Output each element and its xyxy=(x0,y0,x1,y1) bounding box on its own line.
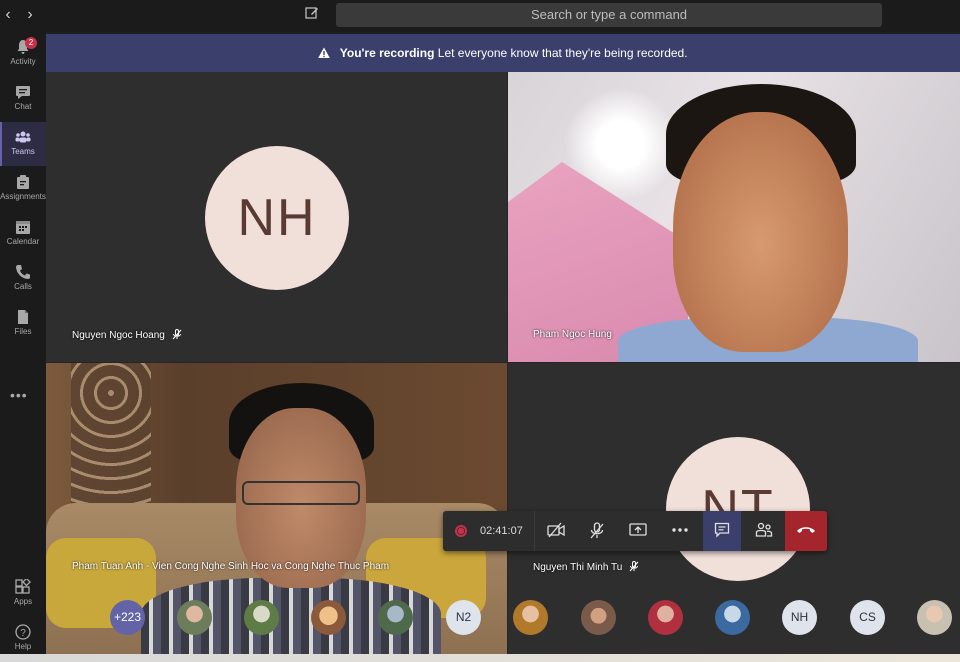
more-icon xyxy=(672,528,688,532)
camera-toggle-button[interactable] xyxy=(537,511,575,551)
avatar: NH xyxy=(205,146,349,290)
participant-avatar[interactable] xyxy=(177,600,212,635)
participant-avatar[interactable] xyxy=(648,600,683,635)
rail-label: Apps xyxy=(13,597,33,606)
participant-avatar[interactable]: CS xyxy=(850,600,885,635)
participants-icon xyxy=(755,522,773,537)
more-participants-button[interactable]: +223 xyxy=(110,600,145,635)
title-bar: ‹ › Search or type a command xyxy=(0,0,960,32)
svg-text:?: ? xyxy=(20,628,26,639)
participant-name-label: Nguyen Ngoc Hoang xyxy=(72,330,165,341)
more-apps-button[interactable]: ••• xyxy=(10,387,28,403)
participant-name: Pham Ngoc Hung xyxy=(533,329,612,340)
window-bottom-edge xyxy=(0,654,960,662)
file-icon xyxy=(18,310,28,324)
banner-message: Let everyone know that they're being rec… xyxy=(437,46,688,60)
participant-name: Nguyen Ngoc Hoang xyxy=(72,329,182,341)
back-button[interactable]: ‹ xyxy=(0,6,16,24)
video-person-glasses xyxy=(242,481,360,505)
new-chat-icon[interactable] xyxy=(305,6,323,24)
participant-avatar[interactable]: N2 xyxy=(446,600,481,635)
assignments-icon xyxy=(17,175,29,189)
warning-icon xyxy=(318,47,331,58)
forward-button[interactable]: › xyxy=(22,6,38,24)
hang-up-icon xyxy=(797,527,815,533)
mic-off-icon xyxy=(629,561,639,572)
participant-tile[interactable]: Pham Ngoc Hung xyxy=(508,72,960,362)
notification-badge: 2 xyxy=(25,37,37,49)
rail-item-calendar[interactable]: Calendar xyxy=(0,212,46,256)
teams-icon xyxy=(15,131,31,143)
mic-toggle-button[interactable] xyxy=(578,511,616,551)
call-controls: 02:41:07 xyxy=(443,511,827,551)
phone-icon xyxy=(16,265,30,279)
share-screen-icon xyxy=(629,523,647,536)
chat-icon xyxy=(16,86,30,99)
recording-status: 02:41:07 xyxy=(443,511,535,551)
rail-label: Help xyxy=(14,642,32,651)
chat-icon xyxy=(714,522,730,538)
rail-item-chat[interactable]: Chat xyxy=(0,77,46,121)
participant-avatar[interactable] xyxy=(917,600,952,635)
rail-label: Chat xyxy=(14,102,32,111)
participant-tile[interactable]: NH Nguyen Ngoc Hoang xyxy=(46,72,507,362)
participant-avatar[interactable] xyxy=(244,600,279,635)
show-conversation-button[interactable] xyxy=(703,511,741,551)
rail-item-files[interactable]: Files xyxy=(0,302,46,346)
participant-name: Nguyen Thi Minh Tu xyxy=(533,561,639,573)
apps-icon xyxy=(15,579,31,594)
rail-label: Activity xyxy=(10,57,36,66)
rail-label: Assignments xyxy=(0,192,46,201)
avatar: NT xyxy=(666,437,810,581)
participant-avatar[interactable] xyxy=(311,600,346,635)
rail-item-activity[interactable]: 2 Activity xyxy=(0,32,46,76)
recording-icon xyxy=(455,525,467,537)
search-input[interactable]: Search or type a command xyxy=(336,3,882,27)
participant-avatar[interactable] xyxy=(581,600,616,635)
rail-item-assignments[interactable]: Assignments xyxy=(0,167,46,211)
rail-label: Files xyxy=(14,327,32,336)
participant-name: Pham Tuan Anh - Vien Cong Nghe Sinh Hoc … xyxy=(72,561,390,572)
participant-avatar[interactable] xyxy=(715,600,750,635)
call-timer: 02:41:07 xyxy=(480,525,523,537)
calendar-icon xyxy=(16,221,30,234)
recording-banner: You're recording Let everyone know that … xyxy=(46,34,960,72)
share-screen-button[interactable] xyxy=(619,511,657,551)
rail-label: Calendar xyxy=(6,237,40,246)
show-participants-button[interactable] xyxy=(745,511,783,551)
video-feed xyxy=(508,72,960,362)
participant-avatar[interactable]: NH xyxy=(782,600,817,635)
participant-name-label: Nguyen Thi Minh Tu xyxy=(533,562,623,573)
banner-title: You're recording xyxy=(339,46,435,60)
rail-item-teams[interactable]: Teams xyxy=(0,122,46,166)
hang-up-button[interactable] xyxy=(785,511,827,551)
mic-off-icon xyxy=(590,522,604,539)
camera-off-icon xyxy=(547,522,565,538)
participant-avatar[interactable] xyxy=(513,600,548,635)
rail-label: Calls xyxy=(14,282,32,291)
rail-label: Teams xyxy=(11,147,35,156)
rail-item-calls[interactable]: Calls xyxy=(0,257,46,301)
more-options-button[interactable] xyxy=(661,511,699,551)
participant-avatar[interactable] xyxy=(378,600,413,635)
mic-off-icon xyxy=(172,329,182,340)
rail-item-apps[interactable]: Apps xyxy=(0,572,46,616)
help-icon: ? xyxy=(15,624,31,640)
app-bar: 2 Activity Chat Teams Assignments Calend… xyxy=(0,32,46,662)
video-person-face xyxy=(673,112,848,352)
